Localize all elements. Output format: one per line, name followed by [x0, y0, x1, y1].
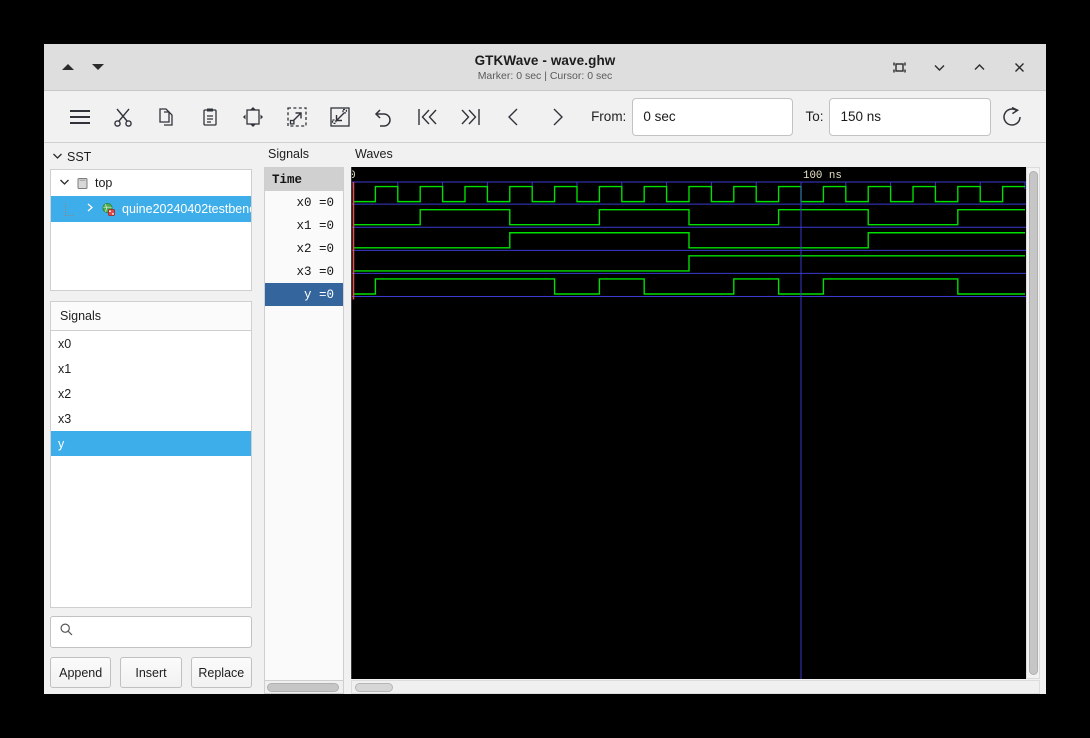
close-icon[interactable] — [1010, 58, 1028, 76]
scissors-icon[interactable] — [101, 97, 144, 137]
pane-splitter-left[interactable] — [256, 143, 264, 694]
list-item[interactable]: y — [51, 431, 251, 456]
wave-drawing: 0 100 ns — [352, 170, 1026, 679]
tree-item-label: quine20240402testbench — [122, 202, 252, 216]
signal-row-label: x0 =0 — [296, 195, 334, 210]
chevron-up-icon[interactable] — [970, 58, 988, 76]
action-button-row: Append Insert Replace — [50, 657, 252, 688]
list-item[interactable]: x0 — [51, 331, 251, 356]
title-bar-nav — [44, 64, 194, 70]
chevron-left-icon[interactable] — [492, 97, 535, 137]
chevron-down-icon[interactable] — [930, 58, 948, 76]
to-label: To: — [805, 109, 824, 124]
list-item-label: x2 — [58, 386, 72, 401]
list-item-label: y — [58, 436, 65, 451]
sst-pane: SST top quine20240402testbench Signals x… — [44, 143, 256, 694]
reload-icon[interactable] — [991, 97, 1034, 137]
tree-item-label: top — [95, 176, 113, 190]
restore-icon[interactable] — [890, 58, 908, 76]
list-item[interactable]: x1 — [51, 356, 251, 381]
signal-row-y[interactable]: y =0 — [265, 283, 343, 306]
to-input-value: 150 ns — [840, 109, 882, 124]
signal-row-x2[interactable]: x2 =0 — [265, 237, 343, 260]
list-item-label: x1 — [58, 361, 72, 376]
append-button[interactable]: Append — [50, 657, 112, 688]
quine-icon — [101, 202, 116, 217]
signal-row-x3[interactable]: x3 =0 — [265, 260, 343, 283]
waves-pane: Waves 0 100 ns — [351, 143, 1046, 694]
scrollbar-thumb[interactable] — [267, 682, 339, 692]
skip-to-end-icon[interactable] — [449, 97, 492, 137]
sst-header[interactable]: SST — [50, 147, 252, 167]
chevron-right-icon[interactable] — [85, 202, 95, 216]
wave-canvas[interactable]: 0 100 ns — [351, 167, 1026, 679]
window-controls — [890, 58, 1046, 76]
scrollbar-thumb[interactable] — [1028, 171, 1038, 675]
tree-item-top[interactable]: top — [51, 170, 251, 196]
list-item[interactable]: x2 — [51, 381, 251, 406]
signal-row-x1[interactable]: x1 =0 — [265, 214, 343, 237]
from-label: From: — [591, 109, 627, 124]
replace-button[interactable]: Replace — [190, 657, 252, 688]
scrollbar-thumb[interactable] — [355, 682, 393, 692]
copy-icon[interactable] — [145, 97, 188, 137]
signal-list[interactable]: x0 x1 x2 x3 y — [51, 331, 251, 607]
from-input-value: 0 sec — [643, 109, 676, 124]
svg-text:100 ns: 100 ns — [803, 170, 842, 182]
waves-pane-title: Waves — [351, 147, 1040, 165]
sst-tree[interactable]: top quine20240402testbench — [50, 169, 252, 291]
triangle-down-icon[interactable] — [92, 64, 104, 70]
signal-row-label: y =0 — [303, 287, 334, 302]
chevron-down-icon[interactable] — [59, 176, 70, 190]
window-body: SST top quine20240402testbench Signals x… — [44, 143, 1046, 694]
waves-body: 0 100 ns — [351, 167, 1040, 679]
signals-value-pane: Signals Time x0 =0 x1 =0 x2 =0 x3 =0 y =… — [264, 143, 344, 694]
chevron-down-icon[interactable] — [52, 150, 63, 164]
list-item-label: x3 — [58, 411, 72, 426]
undo-icon[interactable] — [362, 97, 405, 137]
hamburger-icon[interactable] — [58, 97, 101, 137]
signal-row-time[interactable]: Time — [265, 168, 343, 191]
signal-name-list-box: Signals x0 x1 x2 x3 y — [50, 301, 252, 608]
signals-pane-title: Signals — [264, 147, 344, 165]
zoom-in-icon[interactable] — [275, 97, 318, 137]
to-input[interactable]: 150 ns — [829, 97, 991, 136]
chevron-right-icon[interactable] — [536, 97, 579, 137]
signal-row-x0[interactable]: x0 =0 — [265, 191, 343, 214]
insert-button[interactable]: Insert — [120, 657, 182, 688]
signals-value-list[interactable]: Time x0 =0 x1 =0 x2 =0 x3 =0 y =0 — [264, 167, 344, 680]
svg-text:0: 0 — [352, 170, 356, 182]
module-icon — [76, 177, 89, 190]
waves-vscrollbar[interactable] — [1026, 167, 1040, 679]
skip-to-start-icon[interactable] — [405, 97, 448, 137]
tree-item-quine20240402testbench[interactable]: quine20240402testbench — [51, 196, 251, 222]
signal-row-label: x2 =0 — [296, 241, 334, 256]
signal-row-label: x1 =0 — [296, 218, 334, 233]
signal-row-label: Time — [272, 172, 303, 187]
list-item[interactable]: x3 — [51, 406, 251, 431]
triangle-up-icon[interactable] — [62, 64, 74, 70]
clipboard-icon[interactable] — [188, 97, 231, 137]
title-bar: GTKWave - wave.ghw Marker: 0 sec | Curso… — [44, 44, 1046, 91]
sst-header-label: SST — [67, 150, 92, 164]
zoom-fit-icon[interactable] — [232, 97, 275, 137]
main-toolbar: From: 0 sec To: 150 ns — [44, 91, 1046, 143]
waves-hscrollbar[interactable] — [351, 680, 1040, 694]
gtkwave-window: GTKWave - wave.ghw Marker: 0 sec | Curso… — [44, 44, 1046, 694]
search-icon — [59, 622, 74, 642]
pane-splitter-right[interactable] — [344, 143, 351, 694]
signals-pane-hscrollbar[interactable] — [264, 680, 344, 694]
signal-row-label: x3 =0 — [296, 264, 334, 279]
list-item-label: x0 — [58, 336, 72, 351]
signal-list-header: Signals — [51, 302, 251, 331]
zoom-out-icon[interactable] — [319, 97, 362, 137]
from-input[interactable]: 0 sec — [632, 97, 794, 136]
search-input[interactable] — [50, 616, 252, 648]
